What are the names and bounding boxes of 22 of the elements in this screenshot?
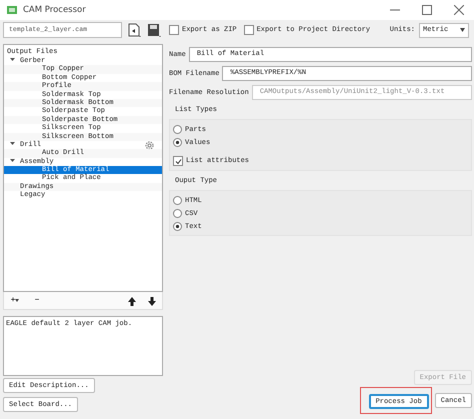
radio-button[interactable] <box>173 196 182 205</box>
tool-button[interactable]: + <box>4 293 26 308</box>
checkbox[interactable] <box>244 25 254 35</box>
radio-button[interactable] <box>173 209 182 218</box>
close-icon[interactable] <box>454 5 464 15</box>
save-icon[interactable] <box>146 22 162 38</box>
checkbox[interactable] <box>173 156 183 166</box>
radio-button[interactable] <box>173 222 182 231</box>
radio-button[interactable] <box>173 125 182 134</box>
settings-icon[interactable] <box>145 140 154 150</box>
open-file-icon[interactable] <box>126 22 142 38</box>
caret-icon <box>460 28 465 32</box>
maximize-icon[interactable] <box>422 5 432 15</box>
window-title: CAM Processor <box>23 5 86 15</box>
app-icon <box>6 4 18 16</box>
tool-button[interactable]: − <box>26 293 48 308</box>
expanded-arrow-icon[interactable] <box>10 57 15 62</box>
expanded-arrow-icon[interactable] <box>10 140 15 146</box>
radio-button[interactable] <box>173 138 182 147</box>
check-icon <box>174 158 182 164</box>
expanded-arrow-icon[interactable] <box>10 158 15 163</box>
checkbox[interactable] <box>169 25 179 35</box>
